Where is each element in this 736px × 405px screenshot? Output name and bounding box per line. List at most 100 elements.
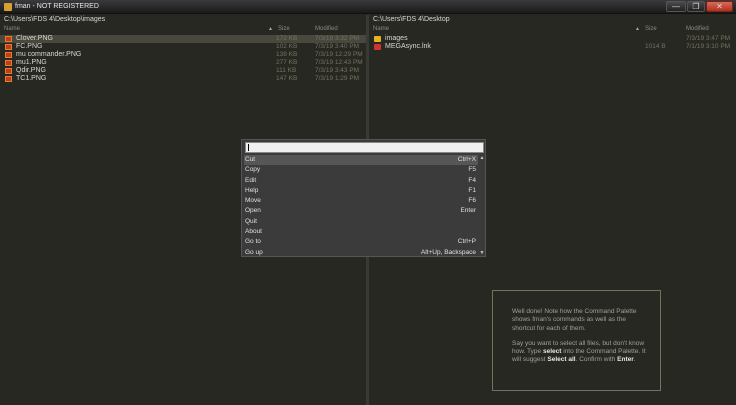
- tutorial-paragraph-1: Well done! Note how the Command Palette …: [512, 308, 637, 332]
- size-column-header[interactable]: Size: [645, 26, 657, 32]
- png-icon: [5, 36, 12, 42]
- command-shortcut: F4: [468, 176, 476, 184]
- command-label: Go to: [245, 238, 261, 246]
- close-button[interactable]: ✕: [706, 1, 733, 12]
- file-row[interactable]: Clover.PNG 172 KB 7/3/19 3:32 PM: [0, 35, 366, 43]
- file-modified: 7/3/19 12:29 PM: [315, 51, 363, 58]
- command-shortcut: Enter: [460, 207, 476, 215]
- right-column-header: Name ▲ Size Modified: [369, 26, 736, 35]
- minimize-button[interactable]: —: [666, 1, 686, 12]
- sort-ascending-icon: ▲: [268, 26, 273, 32]
- left-column-header: Name ▲ Size Modified: [0, 26, 366, 35]
- command-palette-input[interactable]: [245, 142, 484, 153]
- file-name: MEGAsync.lnk: [385, 43, 431, 50]
- command-shortcut: F6: [468, 197, 476, 205]
- command-shortcut: F1: [468, 186, 476, 194]
- command-label: Edit: [245, 176, 257, 184]
- name-column-header[interactable]: Name: [373, 26, 389, 32]
- file-size: 147 KB: [276, 75, 298, 82]
- name-column-header[interactable]: Name: [4, 26, 20, 32]
- png-icon: [5, 68, 12, 74]
- right-path-bar[interactable]: C:\Users\FDS 4\Desktop: [373, 16, 450, 23]
- file-row[interactable]: images 7/3/19 3:47 PM: [369, 35, 736, 43]
- command-label: Quit: [245, 217, 257, 225]
- file-name: mu1.PNG: [16, 59, 47, 66]
- command-item[interactable]: Open Enter: [244, 206, 478, 216]
- tutorial-box: Well done! Note how the Command Palette …: [492, 290, 661, 391]
- command-item[interactable]: Help F1: [244, 186, 478, 196]
- file-size: 1014 B: [645, 43, 666, 50]
- tutorial-keyword-select: select: [542, 348, 562, 356]
- maximize-button[interactable]: ❐: [687, 1, 705, 12]
- file-modified: 7/3/19 3:40 PM: [315, 43, 360, 50]
- tutorial-paragraph-2: Say you want to select all files, but do…: [512, 340, 650, 365]
- sort-ascending-icon: ▲: [635, 26, 640, 32]
- file-name: images: [385, 35, 408, 42]
- modified-column-header[interactable]: Modified: [315, 26, 338, 32]
- file-size: 277 KB: [276, 59, 298, 66]
- left-file-list: Clover.PNG 172 KB 7/3/19 3:32 PM FC.PNG 102 …: [0, 35, 366, 83]
- window-title: fman - NOT REGISTERED: [15, 3, 99, 10]
- command-item[interactable]: Cut Ctrl+X: [244, 155, 478, 166]
- file-modified: 7/3/19 3:47 PM: [686, 35, 731, 42]
- file-name: mu commander.PNG: [16, 51, 82, 58]
- file-name: FC.PNG: [16, 43, 43, 50]
- png-icon: [5, 52, 12, 58]
- file-size: 111 KB: [276, 67, 297, 74]
- command-label: Copy: [245, 166, 261, 174]
- file-modified: 7/3/19 12:43 PM: [315, 59, 363, 66]
- text-cursor: [248, 144, 249, 151]
- file-row[interactable]: FC.PNG 102 KB 7/3/19 3:40 PM: [0, 43, 366, 51]
- tutorial-text: .: [633, 356, 636, 364]
- png-icon: [5, 44, 12, 50]
- command-shortcut: Alt+Up, Backspace: [420, 248, 476, 256]
- command-label: About: [245, 228, 262, 236]
- file-modified: 7/1/19 3:10 PM: [686, 43, 731, 50]
- file-modified: 7/3/19 1:29 PM: [315, 75, 360, 82]
- file-row[interactable]: mu1.PNG 277 KB 7/3/19 12:43 PM: [0, 59, 366, 67]
- scroll-up-icon[interactable]: ▲: [479, 155, 485, 161]
- scroll-down-icon[interactable]: ▼: [479, 250, 485, 256]
- file-row[interactable]: Qdir.PNG 111 KB 7/3/19 3:43 PM: [0, 67, 366, 75]
- tutorial-keyword-select-all: Select all: [547, 356, 576, 364]
- tutorial-text: . Confirm with: [575, 356, 618, 364]
- file-name: Clover.PNG: [16, 35, 53, 42]
- command-item[interactable]: Go up Alt+Up, Backspace: [244, 248, 478, 258]
- file-size: 138 KB: [276, 51, 298, 58]
- command-label: Open: [245, 207, 261, 215]
- command-label: Cut: [245, 156, 256, 163]
- command-label: Help: [245, 186, 259, 194]
- file-modified: 7/3/19 3:43 PM: [315, 67, 360, 74]
- folder-icon: [374, 36, 381, 42]
- command-label: Go up: [245, 248, 263, 256]
- tutorial-keyword-enter: Enter: [617, 356, 634, 364]
- command-list: Cut Ctrl+X Copy F5 Edit F4 Help F1 Move F6 Open Ent…: [244, 155, 478, 258]
- command-item[interactable]: Move F6: [244, 196, 478, 206]
- command-shortcut: Ctrl+X: [457, 156, 476, 163]
- file-size: 102 KB: [276, 43, 298, 50]
- file-row[interactable]: TC1.PNG 147 KB 7/3/19 1:29 PM: [0, 75, 366, 83]
- size-column-header[interactable]: Size: [278, 26, 290, 32]
- file-size: 172 KB: [276, 35, 298, 42]
- modified-column-header[interactable]: Modified: [686, 26, 709, 32]
- command-item[interactable]: Copy F5: [244, 165, 478, 175]
- file-name: TC1.PNG: [16, 75, 47, 82]
- left-path-bar[interactable]: C:\Users\FDS 4\Desktop\images: [4, 16, 105, 23]
- command-shortcut: F5: [468, 166, 476, 174]
- command-palette: Cut Ctrl+X Copy F5 Edit F4 Help F1 Move F6 Open Ent…: [241, 139, 486, 257]
- command-label: Move: [245, 197, 261, 205]
- command-item[interactable]: Quit: [244, 217, 478, 227]
- file-name: Qdir.PNG: [16, 67, 46, 74]
- title-bar: fman - NOT REGISTERED — ❐ ✕: [0, 0, 736, 14]
- command-item[interactable]: About: [244, 227, 478, 237]
- file-row[interactable]: mu commander.PNG 138 KB 7/3/19 12:29 PM: [0, 51, 366, 59]
- file-row[interactable]: MEGAsync.lnk 1014 B 7/1/19 3:10 PM: [369, 43, 736, 51]
- right-file-list: images 7/3/19 3:47 PM MEGAsync.lnk 1014 B 7/…: [369, 35, 736, 51]
- command-list-scrollbar[interactable]: ▲ ▼: [479, 155, 485, 256]
- command-shortcut: Ctrl+P: [457, 238, 476, 246]
- fman-app-icon: [4, 3, 12, 11]
- png-icon: [5, 60, 12, 66]
- png-icon: [5, 76, 12, 82]
- command-item[interactable]: Edit F4: [244, 176, 478, 186]
- command-item[interactable]: Go to Ctrl+P: [244, 237, 478, 247]
